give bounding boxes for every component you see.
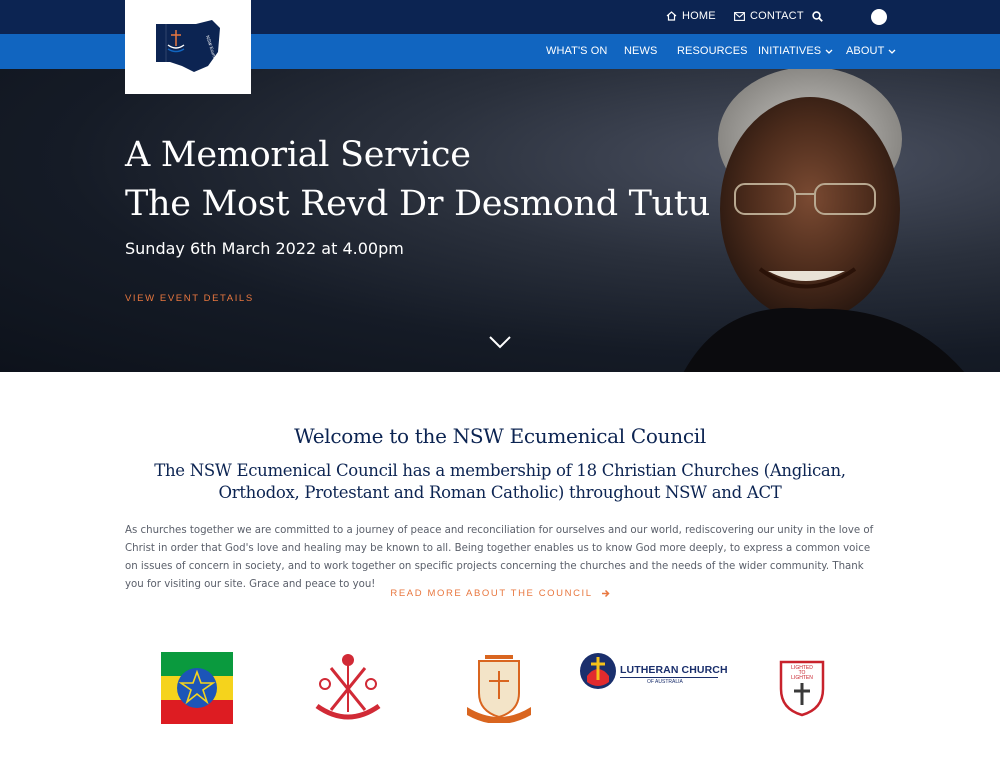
nav-label: ABOUT xyxy=(846,45,885,57)
hero-title-line1: A Memorial Service xyxy=(125,135,471,175)
nav-label: NEWS xyxy=(624,45,658,57)
nav-item-whats-on[interactable]: WHAT'S ON xyxy=(546,45,607,57)
lighted-to-lighten-shield-logo[interactable]: LIGHTED TO LIGHTEN xyxy=(778,659,826,717)
read-more-label: READ MORE ABOUT THE COUNCIL xyxy=(390,588,593,599)
nsw-map-logo-icon: NSW Ecumenical Council xyxy=(156,20,224,76)
chevron-down-icon xyxy=(888,49,896,54)
lutheran-logo-subtitle: OF AUSTRALIA xyxy=(647,679,683,685)
lutheran-cross-emblem-icon xyxy=(580,653,616,689)
welcome-subheading: The NSW Ecumenical Council has a members… xyxy=(154,461,846,502)
welcome-body-text: As churches together we are committed to… xyxy=(125,525,874,590)
hero-date: Sunday 6th March 2022 at 4.00pm xyxy=(125,239,404,258)
home-link[interactable]: HOME xyxy=(666,10,716,22)
scroll-down-chevron-icon[interactable] xyxy=(488,335,512,349)
nav-label: WHAT'S ON xyxy=(546,45,608,57)
nav-item-news[interactable]: NEWS xyxy=(624,45,657,57)
lutheran-logo-divider xyxy=(620,677,718,678)
hero-title-line2: The Most Revd Dr Desmond Tutu xyxy=(125,184,710,224)
read-more-link[interactable]: READ MORE ABOUT THE COUNCIL xyxy=(0,588,1000,599)
lutheran-church-logo[interactable]: LUTHERAN CHURCH OF AUSTRALIA xyxy=(579,652,728,696)
contact-link-label: CONTACT xyxy=(750,10,804,22)
lighted-shield-motto-3: LIGHTEN xyxy=(791,675,813,681)
home-icon xyxy=(666,11,677,21)
envelope-icon xyxy=(734,11,745,21)
nav-label: INITIATIVES xyxy=(758,45,822,57)
chevron-down-icon xyxy=(825,49,833,54)
lutheran-logo-title: LUTHERAN CHURCH xyxy=(620,664,728,676)
search-icon xyxy=(812,11,823,22)
ethiopian-church-logo[interactable] xyxy=(161,652,233,724)
nav-item-resources[interactable]: RESOURCES xyxy=(677,45,748,57)
hero-banner: A Memorial Service The Most Revd Dr Desm… xyxy=(0,69,1000,372)
orthodox-shield-crest-logo[interactable] xyxy=(465,653,533,723)
orthodox-church-crest-logo[interactable] xyxy=(311,650,385,726)
home-link-label: HOME xyxy=(682,10,716,22)
view-event-details-link[interactable]: VIEW EVENT DETAILS xyxy=(125,293,254,304)
nav-item-initiatives[interactable]: INITIATIVES xyxy=(758,45,833,57)
facebook-link[interactable]: f xyxy=(871,9,887,25)
arrow-right-icon xyxy=(601,589,610,598)
search-button[interactable] xyxy=(812,11,823,22)
contact-link[interactable]: CONTACT xyxy=(734,10,804,22)
site-logo[interactable]: NSW Ecumenical Council xyxy=(125,0,251,94)
facebook-icon: f xyxy=(877,11,881,23)
nav-label: RESOURCES xyxy=(677,45,748,57)
nav-item-about[interactable]: ABOUT xyxy=(846,45,896,57)
member-churches-logos: LUTHERAN CHURCH OF AUSTRALIA LIGHTED TO … xyxy=(0,645,1000,735)
welcome-heading: Welcome to the NSW Ecumenical Council xyxy=(294,424,706,448)
hero-title: A Memorial Service The Most Revd Dr Desm… xyxy=(125,131,710,229)
